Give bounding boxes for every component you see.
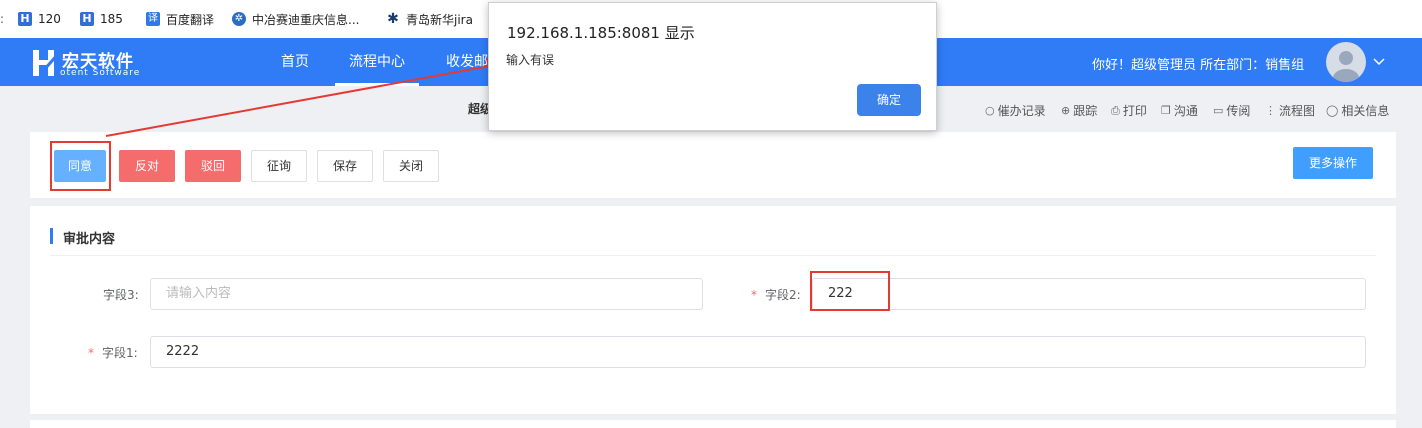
- tool-related-info[interactable]: ◯ 相关信息: [1326, 102, 1389, 119]
- tool-label: 相关信息: [1341, 104, 1390, 118]
- bookmark-label: 青岛新华jira: [406, 12, 473, 27]
- bookmark-120[interactable]: H 120: [18, 10, 61, 28]
- folder-icon: ▭: [1213, 104, 1224, 117]
- logo-mark-icon: [33, 50, 60, 76]
- field2-label-text: 字段2:: [765, 288, 801, 302]
- alert-dialog: 192.168.1.185:8081 显示 输入有误 确定: [488, 2, 937, 131]
- section-marker: [50, 228, 53, 244]
- copy-icon: ❐: [1161, 104, 1171, 117]
- nav-home[interactable]: 首页: [281, 38, 309, 86]
- tool-track[interactable]: ⊕ 跟踪: [1061, 102, 1097, 119]
- dialog-title: 192.168.1.185:8081 显示: [507, 24, 695, 42]
- reject-button[interactable]: 驳回: [185, 150, 241, 182]
- save-button[interactable]: 保存: [317, 150, 373, 182]
- field3-label: 字段3:: [103, 288, 139, 302]
- oppose-button[interactable]: 反对: [119, 150, 175, 182]
- tool-label: 传阅: [1226, 104, 1251, 118]
- tool-label: 流程图: [1279, 104, 1316, 118]
- field1-label: * 字段1:: [88, 344, 138, 361]
- field1-label-text: 字段1:: [102, 346, 138, 360]
- h-logo-icon: H: [18, 12, 32, 26]
- bookmark-label: 120: [38, 12, 61, 26]
- chat-icon: ◯: [1326, 104, 1339, 117]
- tool-urge-record[interactable]: ○ 催办记录: [985, 102, 1046, 119]
- avatar[interactable]: [1326, 42, 1366, 82]
- approval-form: 审批内容 字段3: 请输入内容 * 字段2: 222 * 字段1: 2222: [30, 206, 1396, 414]
- required-mark: *: [88, 346, 94, 360]
- section-title: 审批内容: [63, 232, 116, 247]
- close-button[interactable]: 关闭: [383, 150, 439, 182]
- annotation-box-agree: [50, 141, 111, 191]
- flowchart-icon: ⋮: [1265, 104, 1276, 117]
- next-panel: [30, 420, 1396, 428]
- action-panel: 同意 反对 驳回 征询 保存 关闭 更多操作: [30, 132, 1396, 198]
- bookmark-label: 中冶赛迪重庆信息...: [252, 12, 360, 27]
- tool-circulate[interactable]: ▭ 传阅: [1213, 102, 1250, 119]
- user-greeting: 你好！超级管理员 所在部门：销售组: [1092, 58, 1305, 73]
- tool-label: 打印: [1122, 104, 1147, 118]
- field2-label: * 字段2:: [751, 286, 801, 303]
- tool-label: 催办记录: [997, 104, 1046, 118]
- tool-print[interactable]: ⎙ 打印: [1111, 102, 1147, 119]
- brand-logo[interactable]: 宏天软件 otent Software: [30, 46, 150, 80]
- tool-label: 跟踪: [1073, 104, 1098, 118]
- field1-input[interactable]: 2222: [150, 336, 1366, 368]
- field2-input[interactable]: 222: [812, 278, 1366, 310]
- tool-flowchart[interactable]: ⋮ 流程图: [1265, 102, 1315, 119]
- search-icon: ○: [985, 104, 995, 117]
- nav-mail[interactable]: 收发邮: [446, 38, 488, 86]
- tool-label: 沟通: [1173, 104, 1198, 118]
- translate-icon: 译: [146, 12, 160, 26]
- bookmark-label: 百度翻译: [166, 12, 215, 27]
- gear-icon: ✲: [232, 12, 246, 26]
- chevron-down-icon[interactable]: [1373, 58, 1385, 66]
- dialog-message: 输入有误: [506, 53, 555, 67]
- required-mark: *: [751, 288, 757, 302]
- bookmark-cisdi[interactable]: ✲ 中冶赛迪重庆信息...: [232, 10, 359, 28]
- more-actions-button[interactable]: 更多操作: [1293, 147, 1373, 179]
- bookmark-185[interactable]: H 185: [80, 10, 123, 28]
- bookmark-label: 185: [100, 12, 123, 26]
- divider: [50, 255, 1376, 256]
- bookmark-partial: :: [0, 12, 5, 26]
- logo-subtitle: otent Software: [60, 68, 141, 78]
- target-icon: ⊕: [1061, 104, 1071, 117]
- field3-input[interactable]: 请输入内容: [150, 278, 703, 310]
- annotation-box-field2: [810, 271, 890, 311]
- print-icon: ⎙: [1111, 103, 1120, 117]
- tool-communicate[interactable]: ❐ 沟通: [1161, 102, 1198, 119]
- nav-process-center[interactable]: 流程中心: [335, 38, 419, 86]
- jira-icon: ✱: [387, 11, 399, 27]
- bookmark-jira[interactable]: ✱ 青岛新华jira: [386, 10, 473, 28]
- bookmark-baidu-translate[interactable]: 译 百度翻译: [146, 10, 214, 28]
- consult-button[interactable]: 征询: [251, 150, 307, 182]
- h-logo-icon: H: [80, 12, 94, 26]
- ok-button[interactable]: 确定: [857, 84, 921, 116]
- user-avatar-icon: [1333, 51, 1359, 82]
